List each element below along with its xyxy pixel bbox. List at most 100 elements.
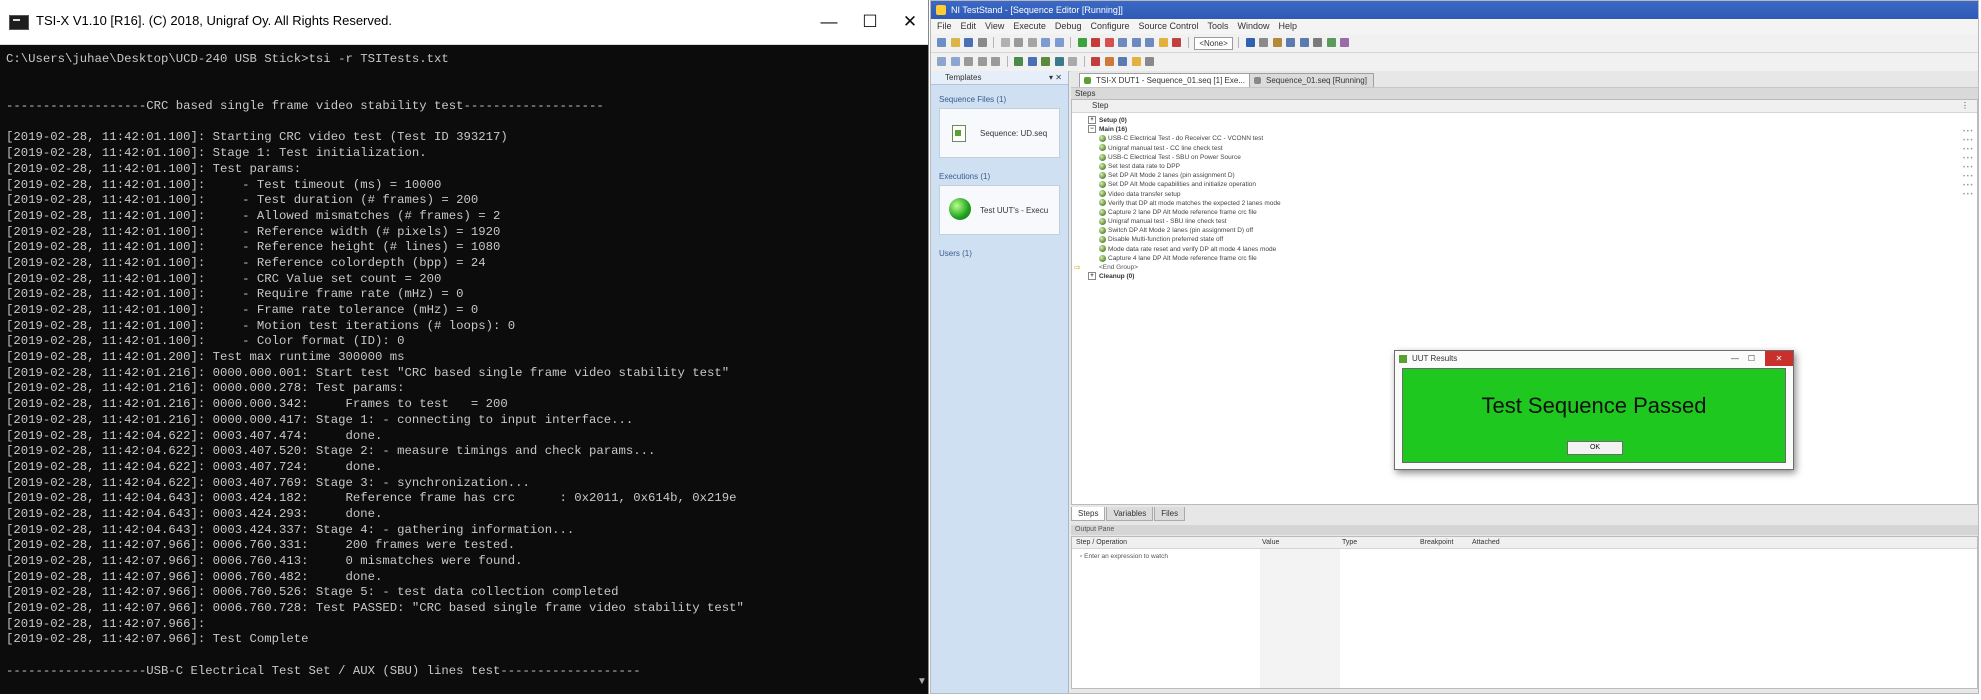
teststand-titlebar[interactable]: NI TestStand - [Sequence Editor [Running… [931, 1, 1978, 19]
stop-icon[interactable] [1091, 38, 1101, 47]
search-icon[interactable] [1286, 38, 1296, 47]
new-file-icon[interactable] [937, 38, 946, 47]
step-row[interactable]: Disable Multi-function preferred state o… [1088, 235, 1977, 244]
copy-icon[interactable] [1014, 38, 1024, 47]
report-icon[interactable] [1259, 38, 1269, 47]
lock-icon[interactable] [1272, 38, 1282, 47]
help-icon[interactable] [1340, 38, 1350, 47]
menu-item-configure[interactable]: Configure [1090, 21, 1129, 31]
redo-icon[interactable] [1054, 38, 1064, 47]
step-row[interactable]: Verify that DP alt mode matches the expe… [1088, 199, 1977, 208]
column-menu-icon[interactable]: ⋮ [1961, 100, 1969, 112]
step-row[interactable]: Set DP Alt Mode capabilities and initial… [1088, 180, 1977, 189]
pane-pin-icon[interactable]: ▾ ✕ [1049, 71, 1062, 84]
step-row[interactable]: Set DP Alt Mode 2 lanes (pin assignment … [1088, 171, 1977, 180]
tab-execution[interactable]: TSI-X DUT1 - Sequence_01.seq [1] Exe... [1079, 73, 1252, 87]
minimize-button[interactable]: — [806, 6, 852, 38]
console-titlebar[interactable]: TSI-X V1.10 [R16]. (C) 2018, Unigraf Oy.… [0, 0, 928, 45]
dialog-minimize-button[interactable]: — [1731, 351, 1739, 366]
paste-icon[interactable] [1027, 38, 1037, 47]
indent-icon[interactable] [937, 57, 946, 66]
console-output[interactable]: C:\Users\juhae\Desktop\UCD-240 USB Stick… [6, 52, 920, 688]
step-row[interactable]: Unigraf manual test - SBU line check tes… [1088, 217, 1977, 226]
step-group-setup[interactable]: + Setup (0) [1088, 116, 1977, 125]
step-row[interactable]: USB-C Electrical Test - SBU on Power Sou… [1088, 153, 1977, 162]
step-row[interactable]: Capture 2 lane DP Alt Mode reference fra… [1088, 208, 1977, 217]
col-value[interactable]: Value [1262, 537, 1279, 548]
breakpoint-icon[interactable] [1104, 38, 1114, 47]
menu-item-file[interactable]: File [937, 21, 952, 31]
col-breakpoint[interactable]: Breakpoint [1420, 537, 1453, 548]
module-icon[interactable] [1104, 57, 1114, 66]
step-row[interactable]: Set test data rate to DPP [1088, 162, 1977, 171]
step-group-cleanup[interactable]: + Cleanup (0) [1088, 272, 1977, 281]
watch-grid[interactable]: Step / Operation Value Type Breakpoint A… [1071, 536, 1978, 689]
menu-item-tools[interactable]: Tools [1208, 21, 1229, 31]
insert-step-icon[interactable] [1014, 57, 1024, 66]
execution-item[interactable]: Test UUT's - Execu [939, 185, 1060, 235]
variables-icon[interactable] [1145, 57, 1155, 66]
zoom-icon[interactable] [1299, 38, 1309, 47]
step-row[interactable]: Capture 4 lane DP Alt Mode reference fra… [1088, 254, 1977, 263]
step-row[interactable]: Unigraf manual test - CC line check test [1088, 144, 1977, 153]
menu-item-window[interactable]: Window [1238, 21, 1270, 31]
col-step-operation[interactable]: Step / Operation [1076, 537, 1127, 548]
menu-item-debug[interactable]: Debug [1055, 21, 1082, 31]
ok-button[interactable]: OK [1567, 441, 1623, 455]
save-all-icon[interactable] [977, 38, 987, 47]
col-attached[interactable]: Attached [1472, 537, 1500, 548]
scroll-down-arrow-icon[interactable]: ▼ [916, 676, 928, 690]
align-icon[interactable] [977, 57, 987, 66]
step-row[interactable]: Switch DP Alt Mode 2 lanes (pin assignme… [1088, 226, 1977, 235]
tab-steps[interactable]: Steps [1071, 507, 1106, 521]
save-icon[interactable] [964, 38, 974, 47]
test-icon[interactable] [1054, 57, 1064, 66]
docs-icon[interactable] [1326, 38, 1336, 47]
step-over-icon[interactable] [1131, 38, 1141, 47]
expand-icon[interactable]: + [1088, 116, 1096, 125]
format-icon[interactable] [964, 57, 974, 66]
terminate-icon[interactable] [1172, 38, 1182, 47]
options-icon[interactable] [1313, 38, 1323, 47]
action-icon[interactable] [1041, 57, 1051, 66]
menu-item-help[interactable]: Help [1279, 21, 1298, 31]
users-group-header[interactable]: Users (1) [939, 249, 1060, 258]
close-button[interactable]: ✕ [887, 6, 933, 38]
flow-icon[interactable] [1068, 57, 1078, 66]
expand-icon[interactable]: + [1088, 272, 1096, 281]
dialog-close-button[interactable]: ✕ [1765, 351, 1793, 366]
dialog-maximize-button[interactable]: ☐ [1748, 351, 1755, 366]
step-group-main[interactable]: − Main (16) [1088, 125, 1977, 134]
group-icon[interactable] [991, 57, 1001, 66]
col-type[interactable]: Type [1342, 537, 1357, 548]
menu-item-execute[interactable]: Execute [1013, 21, 1046, 31]
step-row[interactable]: Mode data rate reset and verify DP alt m… [1088, 245, 1977, 254]
end-group-row[interactable]: ⇨ <End Group> [1074, 263, 1977, 272]
collapse-icon[interactable]: − [1088, 125, 1096, 134]
outdent-icon[interactable] [950, 57, 960, 66]
tab-sequence-file[interactable]: Sequence_01.seq [Running] [1249, 73, 1374, 87]
expression-icon[interactable] [1131, 57, 1141, 66]
warning-icon[interactable] [1158, 38, 1168, 47]
step-out-icon[interactable] [1145, 38, 1155, 47]
user-icon[interactable] [1245, 38, 1255, 47]
sequence-files-group-header[interactable]: Sequence Files (1) [939, 95, 1060, 104]
model-combo[interactable]: <None> [1194, 37, 1233, 50]
sequence-call-icon[interactable] [1027, 57, 1037, 66]
open-file-icon[interactable] [950, 38, 960, 47]
watch-expression-row[interactable]: ▫ Enter an expression to watch [1080, 553, 1168, 560]
tab-files[interactable]: Files [1154, 507, 1186, 521]
step-row[interactable]: USB-C Electrical Test - do Receiver CC -… [1088, 134, 1977, 143]
sequence-file-item[interactable]: Sequence: UD.seq [939, 108, 1060, 158]
menu-item-edit[interactable]: Edit [961, 21, 977, 31]
cut-icon[interactable] [1000, 38, 1010, 47]
menu-item-source-control[interactable]: Source Control [1138, 21, 1198, 31]
executions-group-header[interactable]: Executions (1) [939, 172, 1060, 181]
step-row[interactable]: Video data transfer setup [1088, 190, 1977, 199]
run-icon[interactable] [1077, 38, 1087, 47]
tab-variables[interactable]: Variables [1106, 507, 1154, 521]
menu-item-view[interactable]: View [985, 21, 1004, 31]
undo-icon[interactable] [1041, 38, 1051, 47]
adapter-icon[interactable] [1091, 57, 1101, 66]
step-into-icon[interactable] [1118, 38, 1128, 47]
